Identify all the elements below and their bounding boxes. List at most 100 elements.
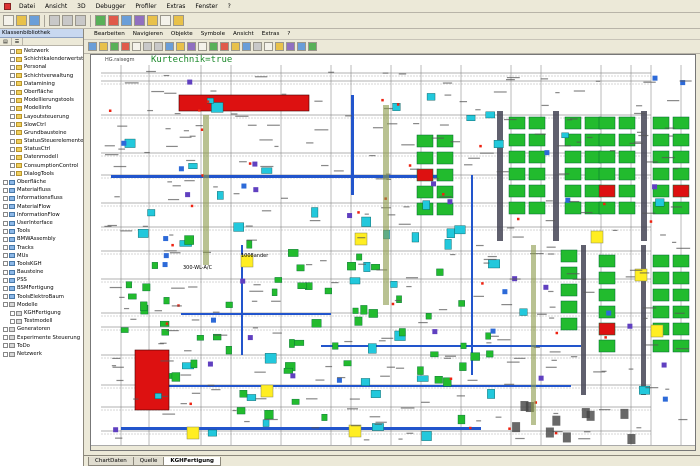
tree-item[interactable]: StatusSteuerelemente [0,137,83,145]
expand-icon[interactable] [10,122,15,128]
tree-item[interactable]: MUs [0,252,83,260]
tree-item[interactable]: MaterialFlow [0,203,83,211]
expand-icon[interactable] [3,179,8,185]
menu-help[interactable]: ? [223,3,236,10]
tree-item[interactable]: Modellierungstools [0,96,83,104]
expand-icon[interactable] [10,105,15,111]
menu-debugger[interactable]: Debugger [91,3,131,10]
cut-icon[interactable] [49,15,60,26]
expand-icon[interactable] [10,56,15,62]
model-tool-icon[interactable] [121,42,130,51]
horizontal-scrollbar[interactable] [91,445,695,450]
tree-item[interactable]: SlowCtrl [0,121,83,129]
model-tool-icon[interactable] [242,42,251,51]
tools-icon[interactable] [147,15,158,26]
tree-item[interactable]: Modellinfo [0,104,83,112]
expand-icon[interactable] [3,195,8,201]
tree-item[interactable]: Oberfläche [0,88,83,96]
tree-item[interactable]: DialogTools [0,170,83,178]
expand-icon[interactable] [3,236,8,242]
expand-icon[interactable] [3,228,8,234]
expand-icon[interactable] [3,343,8,349]
tree-item[interactable]: Informationsfluss [0,194,83,202]
model-tool-icon[interactable] [110,42,119,51]
model-tool-icon[interactable] [132,42,141,51]
menu-ansicht[interactable]: Ansicht [40,3,72,10]
model-tool-icon[interactable] [220,42,229,51]
tree-item[interactable]: Schichtverwaltung [0,72,83,80]
tab-list[interactable]: ☰ [12,38,24,45]
menu-extras[interactable]: Extras [161,3,190,10]
new-file-icon[interactable] [3,15,14,26]
model-tool-icon[interactable] [88,42,97,51]
tree-item[interactable]: InformationFlow [0,211,83,219]
model-tool-icon[interactable] [308,42,317,51]
menu-extras-model[interactable]: Extras [258,31,284,37]
model-tool-icon[interactable] [253,42,262,51]
menu-bearbeiten[interactable]: Bearbeiten [90,31,129,37]
expand-icon[interactable] [3,277,8,283]
tree-item[interactable]: Tracks [0,244,83,252]
expand-icon[interactable] [3,294,8,300]
expand-icon[interactable] [10,89,15,95]
tree-item[interactable]: Tools [0,227,83,235]
expand-icon[interactable] [10,81,15,87]
save-icon[interactable] [29,15,40,26]
model-tool-icon[interactable] [209,42,218,51]
expand-icon[interactable] [10,146,15,152]
tree-item[interactable]: KGHFertigung [0,309,83,317]
tab-kghfertigung[interactable]: KGHFertigung [163,457,221,466]
expand-icon[interactable] [3,261,8,267]
expand-icon[interactable] [3,326,8,332]
menu-ansicht-model[interactable]: Ansicht [229,31,258,37]
menu-help-model[interactable]: ? [283,31,294,37]
expand-icon[interactable] [10,48,15,54]
expand-icon[interactable] [10,114,15,120]
expand-icon[interactable] [10,155,15,161]
expand-icon[interactable] [10,64,15,70]
expand-icon[interactable] [3,212,8,218]
tab-quelle[interactable]: Quelle [132,457,165,466]
tree-item[interactable]: Oberfläche [0,178,83,186]
expand-icon[interactable] [10,318,15,324]
tree-item[interactable]: ToolsElektroBaum [0,293,83,301]
model-tool-icon[interactable] [286,42,295,51]
expand-icon[interactable] [3,302,8,308]
tree-item[interactable]: Experimente Steuerung [0,334,83,342]
tree-item[interactable]: UserInterface [0,219,83,227]
menu-navigieren[interactable]: Navigieren [129,31,167,37]
help-icon[interactable] [173,15,184,26]
tree-item[interactable]: Testmodell [0,317,83,325]
tree-item[interactable]: Bausteine [0,268,83,276]
model-tool-icon[interactable] [99,42,108,51]
tab-tree[interactable]: ▤ [0,38,12,45]
menu-datei[interactable]: Datei [14,3,40,10]
tree-item[interactable]: Modelle [0,301,83,309]
tree-item[interactable]: Grundbausteine [0,129,83,137]
tree-item[interactable]: Materialfluss [0,186,83,194]
copy-icon[interactable] [62,15,73,26]
model-tool-icon[interactable] [187,42,196,51]
stop-icon[interactable] [108,15,119,26]
model-tool-icon[interactable] [275,42,284,51]
expand-icon[interactable] [3,204,8,210]
tree-item[interactable]: Layoutsteuerung [0,113,83,121]
tree-item[interactable]: ToDo [0,342,83,350]
model-tool-icon[interactable] [264,42,273,51]
model-tool-icon[interactable] [176,42,185,51]
expand-icon[interactable] [10,138,15,144]
expand-icon[interactable] [10,163,15,169]
tree-item[interactable]: Schichtkalenderwertsteuerung [0,55,83,63]
menu-fenster[interactable]: Fenster [190,3,222,10]
expand-icon[interactable] [10,73,15,79]
menu-objekte[interactable]: Objekte [167,31,197,37]
open-folder-icon[interactable] [16,15,27,26]
library-icon[interactable] [134,15,145,26]
model-tool-icon[interactable] [198,42,207,51]
tree-item[interactable]: Datenmodell [0,153,83,161]
tree-item[interactable]: BSMFertigung [0,284,83,292]
menu-3d[interactable]: 3D [72,3,90,10]
menu-symbole[interactable]: Symbole [197,31,229,37]
expand-icon[interactable] [3,245,8,251]
tree-item[interactable]: ToolsKGH [0,260,83,268]
